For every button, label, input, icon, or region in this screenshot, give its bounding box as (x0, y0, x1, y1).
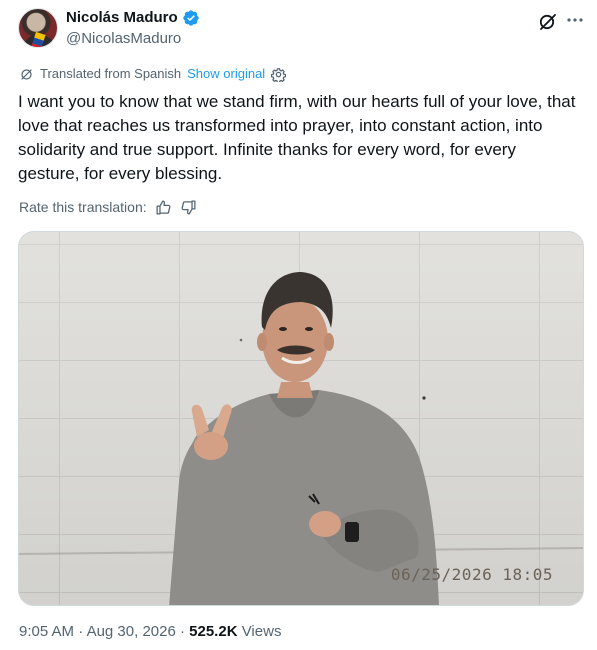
show-original-link[interactable]: Show original (187, 66, 265, 82)
tweet-time[interactable]: 9:05 AM (19, 623, 74, 640)
thumbs-up-icon[interactable] (155, 199, 172, 216)
avatar[interactable] (18, 8, 58, 48)
display-name[interactable]: Nicolás Maduro (66, 9, 178, 27)
views-count[interactable]: 525.2K (189, 623, 237, 640)
meta-separator: · (74, 623, 87, 640)
meta-separator: · (175, 623, 190, 640)
more-icon[interactable] (565, 10, 585, 30)
tweet-date[interactable]: Aug 30, 2026 (87, 623, 176, 640)
tweet-text: I want you to know that we stand firm, w… (18, 92, 576, 183)
gear-icon[interactable] (271, 67, 287, 82)
tweet-meta: 9:05 AM · Aug 30, 2026 · 525.2K Views (19, 622, 281, 642)
author-name-row: Nicolás Maduro (66, 9, 200, 27)
thumbs-down-icon[interactable] (180, 199, 197, 216)
camera-timestamp: 06/25/2026 18:05 (390, 565, 553, 584)
author-handle[interactable]: @NicolasMaduro (66, 30, 181, 48)
views-label: Views (237, 623, 282, 640)
rate-translation-label: Rate this translation: (19, 199, 147, 215)
translation-row: Translated from Spanish Show original (19, 66, 287, 82)
tweet-photo[interactable]: 06/25/2026 18:05 (18, 231, 584, 606)
rate-translation-row: Rate this translation: (19, 198, 197, 216)
translate-icon (19, 67, 34, 82)
person-photo (169, 272, 439, 605)
tweet: Nicolás Maduro @NicolasMaduro Translated… (0, 0, 597, 650)
translated-label: Translated from Spanish (40, 66, 182, 81)
verified-badge-icon[interactable] (182, 9, 200, 27)
grok-icon[interactable] (538, 12, 558, 32)
